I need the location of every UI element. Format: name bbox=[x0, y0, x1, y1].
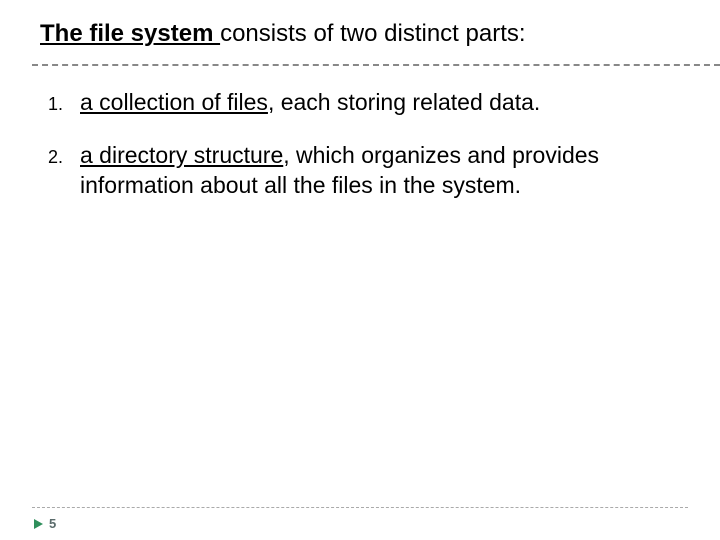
slide-title: The file system consists of two distinct… bbox=[40, 18, 526, 50]
ordered-list: 1. a collection of files, each storing r… bbox=[48, 88, 672, 223]
list-item: 2. a directory structure, which organize… bbox=[48, 141, 672, 201]
list-rest: , each storing related data. bbox=[268, 89, 540, 115]
title-divider bbox=[32, 64, 720, 66]
list-key-phrase: a collection of files bbox=[80, 89, 268, 115]
title-normal: consists of two distinct parts: bbox=[220, 20, 525, 47]
page-number: 5 bbox=[49, 516, 56, 531]
title-underlined: The file system bbox=[40, 20, 220, 47]
footer-divider bbox=[32, 507, 688, 508]
list-key-phrase: a directory structure bbox=[80, 142, 283, 168]
list-number: 2. bbox=[48, 141, 80, 172]
page-marker: 5 bbox=[34, 516, 56, 531]
play-triangle-icon bbox=[34, 519, 43, 529]
list-number: 1. bbox=[48, 88, 80, 119]
list-text: a collection of files, each storing rela… bbox=[80, 88, 672, 118]
list-item: 1. a collection of files, each storing r… bbox=[48, 88, 672, 119]
slide: The file system consists of two distinct… bbox=[0, 0, 720, 540]
list-text: a directory structure, which organizes a… bbox=[80, 141, 672, 201]
